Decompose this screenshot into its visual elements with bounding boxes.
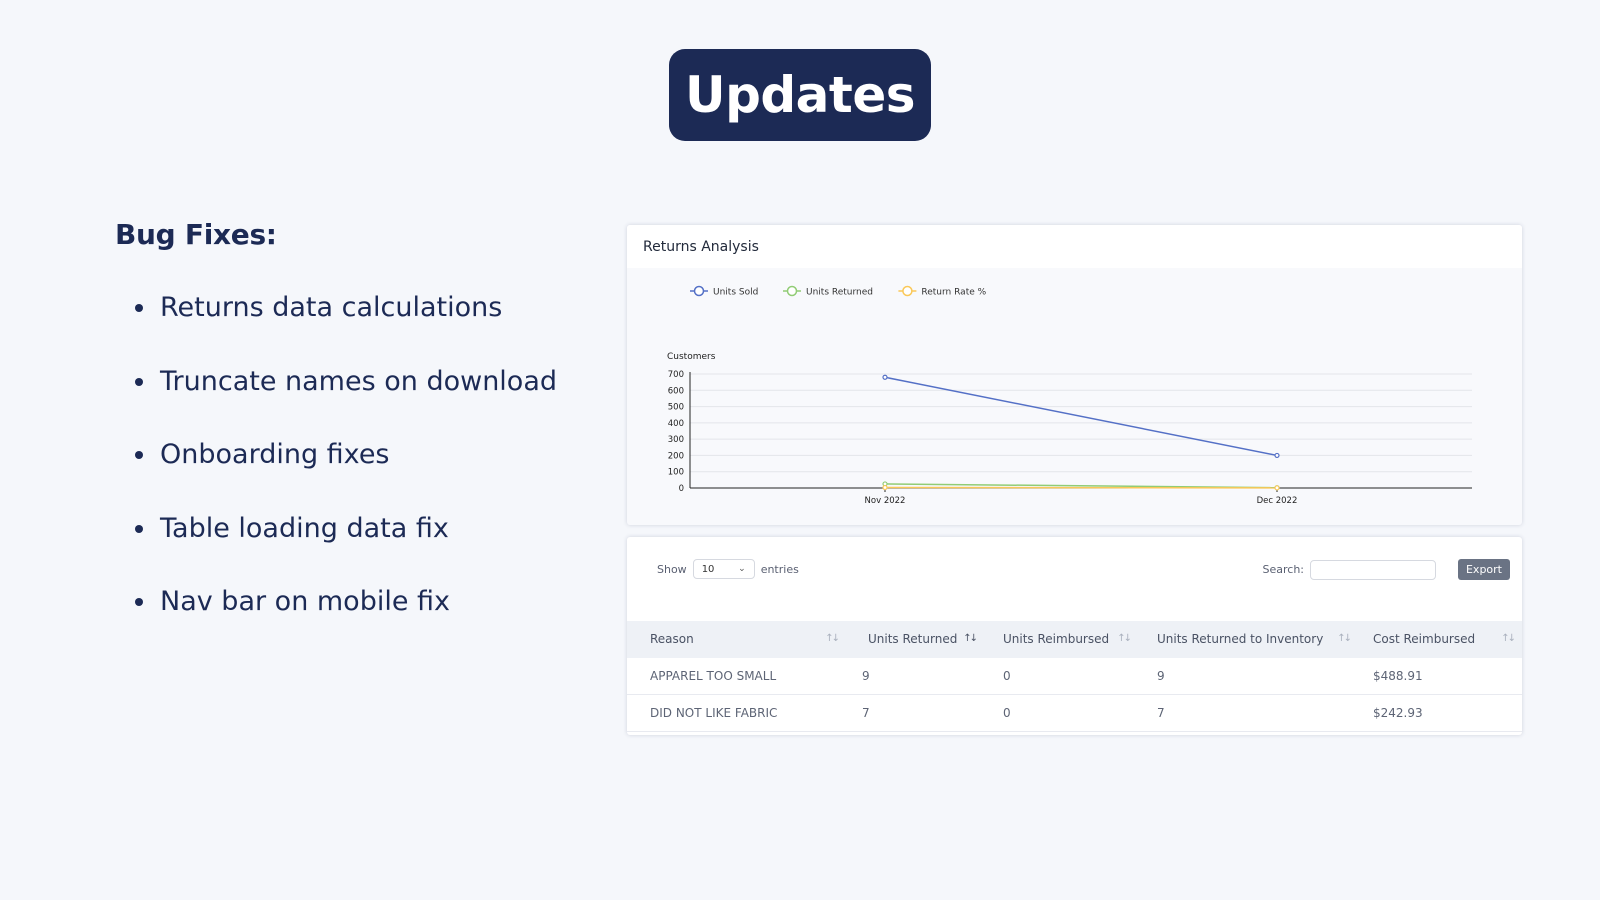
table-row: DID NOT LIKE FABRIC 7 0 7 $242.93 [627,694,1522,732]
cell-text: APPAREL TOO SMALL [650,669,777,683]
bug-fixes-heading: Bug Fixes: [115,218,277,251]
y-tick-label: 500 [668,403,684,413]
cell-text: DID NOT LIKE FABRIC [650,706,778,720]
table-cell: APPAREL TOO SMALL [627,658,846,695]
legend-label: Return Rate % [921,288,986,298]
data-point [1274,452,1280,459]
sort-icon: ↑↓ [1501,633,1516,644]
x-tick-label: Dec 2022 [1257,496,1298,506]
column-header-units-returned[interactable]: Units Returned ↑↓ [846,621,984,658]
entries-select[interactable]: 10 ⌄ [692,559,755,579]
entries-control: Show 10 ⌄ entries [657,559,799,579]
table-cell: 7 [846,694,984,732]
bug-fix-item: Truncate names on download [134,364,557,438]
sort-icon: ↑↓ [825,633,840,644]
table-row: APPAREL TOO SMALL 9 0 9 $488.91 [627,658,1522,695]
cell-text: $242.93 [1373,706,1423,720]
y-tick-label: 600 [668,386,684,396]
show-label: Show [657,562,687,576]
entries-select-value: 10 [701,563,715,575]
title-badge: Updates [669,49,931,141]
column-header-label: Cost Reimbursed [1373,632,1476,646]
legend-marker [693,285,705,297]
bug-fix-item: Onboarding fixes [134,437,557,511]
table-cell: 0 [984,658,1138,695]
bug-fix-item: Returns data calculations [134,290,557,364]
search-control: Search: Export [1262,559,1510,580]
sort-icon: ↑↓ [963,633,978,644]
legend-marker [786,285,798,297]
cell-text: $488.91 [1373,669,1423,683]
y-tick-label: 700 [668,370,684,380]
cell-text: 0 [1003,706,1011,720]
table-header-row: Reason ↑↓ Units Returned ↑↓ Units Reimbu… [627,621,1522,658]
page-title: Updates [685,66,916,124]
data-point [1274,485,1280,491]
column-header-label: Units Returned [868,632,958,646]
column-header-reason[interactable]: Reason ↑↓ [627,621,846,658]
cell-text: 7 [862,706,870,720]
y-axis-label: Customers [667,352,716,362]
column-header-label: Units Returned to Inventory [1157,632,1324,646]
table-cell: DID NOT LIKE FABRIC [627,694,846,732]
data-point [882,374,888,380]
returns-analysis-card: Returns Analysis Units Sold Units Returne… [627,225,1522,525]
returns-chart: Units Sold Units Returned Return Rate % Cus… [667,285,1472,506]
table-cell: 7 [1138,694,1358,732]
y-tick-label: 200 [668,451,684,461]
data-point [882,484,888,491]
table-cell: $488.91 [1358,658,1522,695]
sort-icon: ↑↓ [1117,633,1132,644]
column-header-label: Reason [650,632,694,646]
y-tick-label: 400 [668,419,684,429]
legend-label: Units Sold [713,288,758,298]
y-tick-label: 0 [679,484,684,494]
column-header-label: Units Reimbursed [1003,632,1110,646]
export-button[interactable]: Export [1458,559,1510,580]
table-cell: 9 [1138,658,1358,695]
cell-text: 9 [862,669,870,683]
bug-fix-item: Table loading data fix [134,511,557,585]
returns-table-card: Show 10 ⌄ entries Search: Export Reason … [627,537,1522,735]
legend-marker [902,285,913,297]
table-cell: 9 [846,658,984,695]
cell-text: 9 [1157,669,1165,683]
cell-text: 7 [1157,706,1165,720]
entries-label: entries [760,562,799,576]
search-label: Search: [1262,563,1305,576]
cell-text: 0 [1003,669,1011,683]
table-cell: 0 [984,694,1138,732]
x-tick-label: Nov 2022 [865,496,906,506]
y-tick-label: 300 [668,435,684,445]
y-tick-label: 100 [668,468,684,478]
returns-table: Reason ↑↓ Units Returned ↑↓ Units Reimbu… [627,621,1522,732]
series-line [884,376,1278,457]
column-header-units-reimbursed[interactable]: Units Reimbursed ↑↓ [984,621,1138,658]
bug-fixes-list: Returns data calculations Truncate names… [114,290,557,658]
sort-icon: ↑↓ [1337,633,1352,644]
column-header-cost-reimbursed[interactable]: Cost Reimbursed ↑↓ [1358,621,1522,658]
column-header-units-returned-to-inventory[interactable]: Units Returned to Inventory ↑↓ [1138,621,1358,658]
search-input[interactable] [1310,559,1436,580]
bug-fix-item: Nav bar on mobile fix [134,584,557,658]
table-cell: $242.93 [1358,694,1522,732]
legend-label: Units Returned [806,288,873,298]
chevron-down-icon: ⌄ [738,564,746,574]
